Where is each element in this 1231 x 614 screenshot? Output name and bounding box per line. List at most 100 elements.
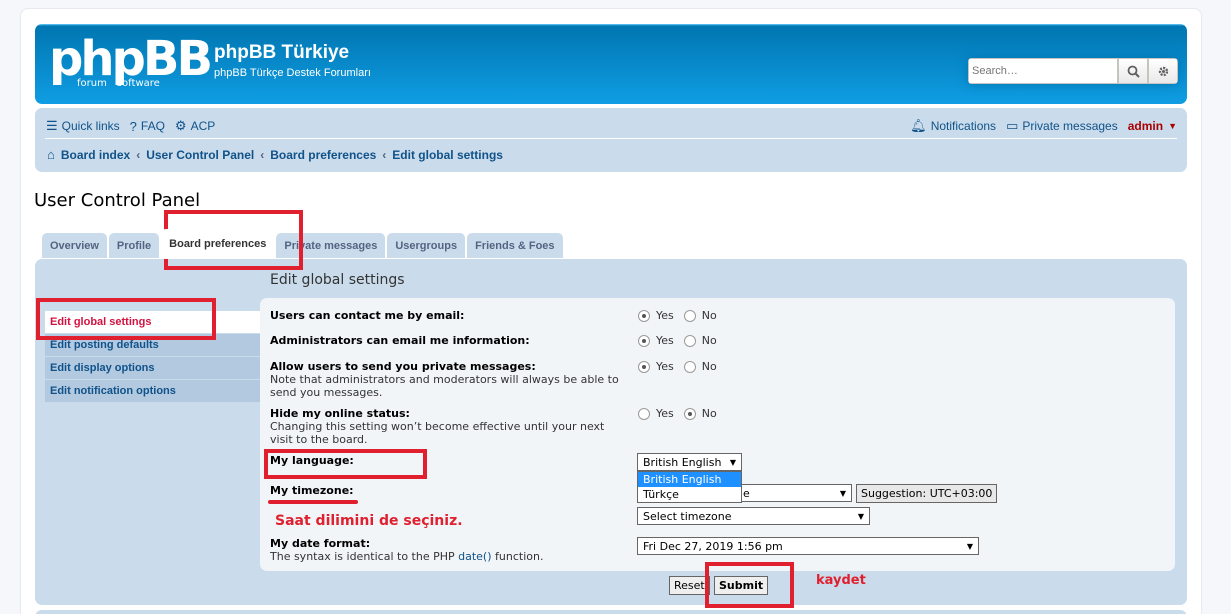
language-dropdown: British English Türkçe: [637, 471, 742, 503]
tab-board-preferences[interactable]: Board preferences: [161, 229, 275, 259]
annotation-underline-timezone: [268, 500, 358, 504]
gear-icon: [1158, 66, 1168, 76]
date-function-link[interactable]: date(): [458, 550, 491, 563]
acp-label: ACP: [190, 119, 216, 133]
tab-friends-foes[interactable]: Friends & Foes: [467, 233, 563, 258]
acp-link[interactable]: ⚙ ACP: [175, 118, 215, 134]
contact-email-radios: Yes No: [638, 309, 727, 322]
site-title[interactable]: phpBB Türkiye: [214, 42, 349, 64]
private-messages-link[interactable]: ▭ Private messages: [1006, 118, 1118, 134]
chevron-down-icon: ▼: [839, 488, 846, 498]
nav-links: ☰ Quick links ? FAQ ⚙ ACP 🔔︎ Notifications ▭…: [46, 116, 1177, 136]
tab-overview[interactable]: Overview: [42, 233, 107, 258]
navbar: ☰ Quick links ? FAQ ⚙ ACP 🔔︎ Notifications ▭…: [35, 108, 1187, 172]
hide-online-yes-radio[interactable]: [638, 407, 650, 420]
quick-links-label: Quick links: [61, 119, 120, 133]
section-title: Edit global settings: [270, 272, 405, 288]
date-format-value: Fri Dec 27, 2019 1:56 pm: [643, 539, 783, 553]
page-title: User Control Panel: [34, 190, 201, 211]
allow-pm-yes-radio[interactable]: [638, 360, 650, 373]
date-format-select[interactable]: Fri Dec 27, 2019 1:56 pm ▼: [637, 537, 979, 555]
breadcrumb-separator: ‹: [136, 147, 141, 162]
setting-label: Allow users to send you private messages…: [270, 360, 630, 399]
timezone-group-value: e: [743, 486, 750, 500]
chevron-down-icon: ▼: [966, 541, 973, 551]
notifications-label: Notifications: [930, 119, 997, 133]
inbox-icon: ▭: [1006, 118, 1019, 133]
faq-link[interactable]: ? FAQ: [130, 119, 165, 134]
timezone-select-value: Select timezone: [643, 509, 732, 523]
search-icon: [1127, 65, 1140, 78]
breadcrumb-item[interactable]: User Control Panel: [146, 148, 254, 162]
breadcrumb-separator: ‹: [382, 147, 387, 162]
date-format-explain-suffix: function.: [491, 550, 544, 563]
site-header: phpBB forum software phpBB Türkiye phpBB …: [35, 24, 1187, 104]
private-messages-label: Private messages: [1022, 119, 1118, 133]
panel-bottom: [35, 610, 1187, 614]
setting-label: My date format: The syntax is identical t…: [270, 537, 630, 563]
allow-pm-explain: Note that administrators and moderators …: [270, 373, 619, 399]
no-label: No: [701, 309, 717, 322]
breadcrumb-item[interactable]: Board index: [61, 148, 130, 162]
contact-email-yes-radio[interactable]: [638, 309, 650, 322]
yes-label: Yes: [656, 407, 674, 420]
home-icon: ⌂: [47, 147, 55, 162]
setting-label: My timezone:: [270, 484, 630, 497]
breadcrumb-item[interactable]: Board preferences: [270, 148, 376, 162]
quick-links-link[interactable]: ☰ Quick links: [46, 118, 120, 134]
language-selected: British English: [643, 455, 722, 469]
faq-label: FAQ: [140, 119, 165, 133]
tab-usergroups[interactable]: Usergroups: [387, 233, 466, 258]
search-input[interactable]: [968, 58, 1118, 84]
language-option[interactable]: Türkçe: [638, 487, 741, 502]
yes-label: Yes: [656, 360, 674, 373]
breadcrumb: ⌂ Board index ‹ User Control Panel ‹ Boa…: [47, 147, 503, 162]
caret-down-icon: ▼: [1168, 121, 1177, 131]
annotation-box-language: [264, 449, 427, 479]
advanced-search-button[interactable]: [1148, 58, 1178, 84]
setting-label: Users can contact me by email:: [270, 309, 630, 322]
question-icon: ?: [129, 118, 137, 134]
hide-online-explain: Changing this setting won’t become effec…: [270, 420, 605, 446]
breadcrumb-item[interactable]: Edit global settings: [392, 148, 503, 162]
annotation-box-side-menu: [36, 298, 216, 340]
username: admin: [1127, 119, 1164, 133]
hide-online-radios: Yes No: [638, 407, 727, 420]
search-button[interactable]: [1118, 58, 1148, 84]
chevron-down-icon: ▼: [729, 457, 736, 467]
breadcrumb-separator: ‹: [260, 147, 265, 162]
timezone-label: My timezone:: [270, 484, 354, 497]
side-item-display-options[interactable]: Edit display options: [45, 357, 260, 379]
timezone-suggestion-button[interactable]: Suggestion: UTC+03:00: [856, 484, 998, 503]
notifications-link[interactable]: 🔔︎ Notifications: [910, 118, 996, 134]
logo-sub-right: software: [116, 78, 160, 89]
search-box: [968, 58, 1178, 84]
user-menu[interactable]: admin ▼: [1128, 119, 1177, 133]
language-select[interactable]: British English ▼: [637, 453, 742, 471]
timezone-select[interactable]: Select timezone ▼: [637, 507, 870, 525]
tab-profile[interactable]: Profile: [108, 233, 160, 258]
no-label: No: [701, 407, 717, 420]
allow-pm-label: Allow users to send you private messages…: [270, 360, 536, 373]
site-logo[interactable]: phpBB forum software: [49, 32, 213, 89]
side-item-notification-options[interactable]: Edit notification options: [45, 380, 260, 402]
admin-email-yes-radio[interactable]: [638, 334, 650, 347]
hide-online-label: Hide my online status:: [270, 407, 410, 420]
no-label: No: [701, 334, 717, 347]
reset-button[interactable]: Reset: [669, 576, 710, 595]
contact-email-label: Users can contact me by email:: [270, 309, 465, 322]
site-description: phpBB Türkçe Destek Forumları: [214, 67, 371, 79]
language-option[interactable]: British English: [638, 472, 741, 487]
allow-pm-no-radio[interactable]: [683, 360, 696, 373]
no-label: No: [701, 360, 717, 373]
yes-label: Yes: [656, 309, 674, 322]
hide-online-no-radio[interactable]: [683, 407, 696, 420]
cogs-icon: ⚙: [174, 118, 187, 133]
logo-sub-left: forum: [77, 78, 107, 89]
nav-user-links: 🔔︎ Notifications ▭ Private messages admin ▼: [910, 118, 1177, 134]
date-format-explain-prefix: The syntax is identical to the PHP: [270, 550, 459, 563]
contact-email-no-radio[interactable]: [683, 309, 696, 322]
setting-label: Administrators can email me information:: [270, 334, 630, 347]
admin-email-no-radio[interactable]: [683, 334, 696, 347]
yes-label: Yes: [656, 334, 674, 347]
